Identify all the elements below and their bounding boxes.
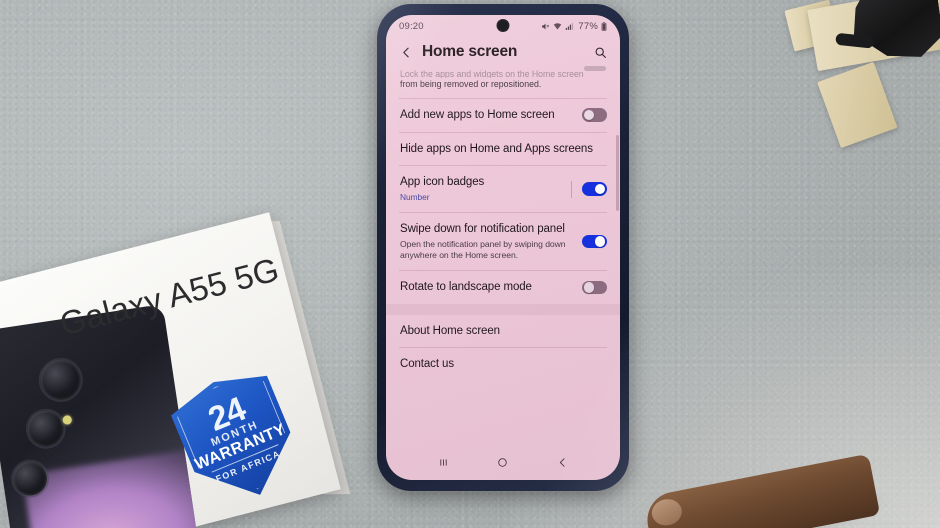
recents-button[interactable]	[431, 449, 457, 475]
phone-screen[interactable]: 09:20 77% Home screen Lock the apps and …	[386, 15, 620, 480]
footer-title: Contact us	[400, 358, 454, 371]
search-icon[interactable]	[591, 43, 609, 61]
front-camera-punch-hole	[496, 19, 510, 32]
battery-icon	[601, 21, 607, 31]
wood-plank-lower	[817, 61, 898, 149]
settings-list: Lock the apps and widgets on the Home sc…	[386, 66, 620, 381]
fingernail	[649, 496, 685, 528]
battery-percent-label: 77%	[578, 20, 598, 32]
list-item-partial[interactable]: Lock the apps and widgets on the Home sc…	[386, 66, 620, 98]
page-title: Home screen	[422, 43, 518, 60]
setting-title: Hide apps on Home and Apps screens	[400, 142, 593, 155]
setting-title: Swipe down for notification panel	[400, 222, 565, 235]
wifi-icon	[553, 22, 562, 31]
toggle-knob	[594, 183, 606, 195]
toggle-knob	[583, 282, 595, 293]
row-texts: Contact us	[400, 357, 607, 372]
list-item-hide-apps[interactable]: Hide apps on Home and Apps screens	[386, 133, 620, 166]
camera-flash-icon	[62, 414, 73, 426]
camera-lens-icon	[38, 357, 84, 403]
setting-title: App icon badges	[400, 176, 485, 189]
list-item-rotate-landscape[interactable]: Rotate to landscape mode	[386, 271, 620, 304]
setting-subtitle: Number	[400, 192, 430, 203]
setting-subtitle: Open the notification panel by swiping d…	[400, 238, 566, 260]
list-item-contact-us[interactable]: Contact us	[386, 348, 620, 381]
smartphone-device: 09:20 77% Home screen Lock the apps and …	[377, 4, 629, 491]
product-box-title: Galaxy A55 5G	[55, 250, 283, 343]
partial-visible-text: from being removed or repositioned.	[400, 79, 542, 89]
toggle-knob	[594, 236, 606, 247]
footer-title: About Home screen	[400, 324, 500, 337]
toggle-swipe-down-notification[interactable]	[582, 234, 607, 249]
list-item-add-new-apps[interactable]: Add new apps to Home screen	[386, 99, 620, 132]
scrollbar[interactable]	[615, 135, 619, 211]
list-item-about-home-screen[interactable]: About Home screen	[386, 315, 620, 348]
setting-title: Add new apps to Home screen	[400, 108, 555, 121]
toggle-rotate-landscape[interactable]	[582, 280, 607, 295]
back-chevron-icon[interactable]	[397, 43, 415, 61]
toggle-add-new-apps[interactable]	[582, 108, 607, 122]
mute-icon	[541, 22, 550, 31]
row-texts: Hide apps on Home and Apps screens	[400, 142, 607, 157]
toggle-app-icon-badges[interactable]	[582, 182, 607, 196]
navigation-bar	[386, 444, 620, 480]
app-bar: Home screen	[386, 37, 620, 68]
back-button[interactable]	[549, 449, 575, 475]
home-button[interactable]	[490, 449, 516, 475]
status-icons: 77%	[541, 21, 607, 32]
toggle-separator	[571, 180, 572, 198]
list-item-swipe-down-notification[interactable]: Swipe down for notification panel Open t…	[386, 213, 620, 270]
product-box-face: Galaxy A55 5G 24 MONTH WARRANTY FOR AFRI…	[0, 212, 341, 528]
row-texts: Add new apps to Home screen	[400, 108, 582, 123]
box-phone-illustration	[0, 304, 198, 528]
signal-icon	[565, 22, 574, 31]
row-texts: Swipe down for notification panel Open t…	[400, 222, 582, 261]
setting-title: Rotate to landscape mode	[400, 281, 532, 294]
product-box: Galaxy A55 5G 24 MONTH WARRANTY FOR AFRI…	[0, 212, 351, 528]
toggle-knob	[583, 109, 595, 121]
row-texts: About Home screen	[400, 324, 607, 339]
row-texts: App icon badges Number	[400, 175, 571, 203]
list-item-app-icon-badges[interactable]: App icon badges Number	[386, 166, 620, 212]
row-texts: Rotate to landscape mode	[400, 280, 582, 295]
partial-clipped-text: Lock the apps and widgets on the Home sc…	[400, 69, 584, 78]
status-time: 09:20	[399, 20, 424, 32]
box-phone-wallpaper-bloom	[22, 446, 198, 528]
camera-lens-icon	[25, 408, 67, 450]
section-gap	[386, 303, 620, 315]
